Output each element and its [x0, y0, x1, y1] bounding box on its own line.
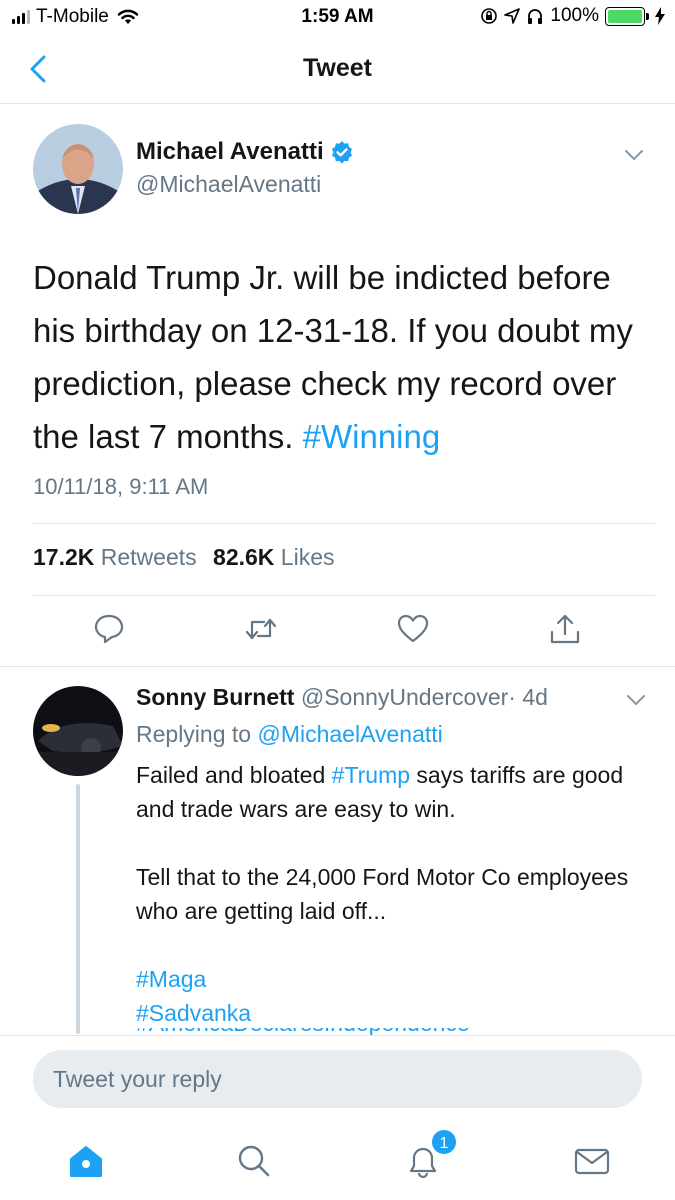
page-title: Tweet: [303, 54, 372, 82]
notification-badge: 1: [430, 1128, 458, 1156]
retweets-label: Retweets: [100, 544, 197, 570]
messages-icon[interactable]: [572, 1141, 612, 1181]
author-name[interactable]: Michael Avenatti: [136, 138, 354, 166]
share-icon[interactable]: [548, 612, 582, 646]
status-bar: T-Mobile 1:59 AM 100%: [0, 0, 675, 36]
chevron-down-icon[interactable]: [624, 688, 648, 712]
reply-paragraph-1: Failed and bloated #Trump says tariffs a…: [136, 758, 646, 826]
charging-icon: [655, 7, 665, 25]
battery-percent: 100%: [550, 5, 599, 26]
tab-bar: [0, 1125, 675, 1200]
reply-text: Failed and bloated #Trump says tariffs a…: [136, 758, 646, 1030]
replying-prefix: Replying to: [136, 721, 258, 747]
section-divider: [0, 666, 675, 667]
likes-count: 82.6K: [213, 544, 275, 570]
divider: [33, 595, 655, 596]
reply-icon[interactable]: [92, 612, 126, 646]
tweet-text: Donald Trump Jr. will be indicted before…: [33, 251, 643, 463]
reply-header: Sonny Burnett @SonnyUndercover· 4d: [136, 684, 548, 711]
reply-composer: [0, 1035, 675, 1125]
nav-header: Tweet: [0, 36, 675, 104]
likes-label: Likes: [280, 544, 335, 570]
hashtag-link[interactable]: #Winning: [303, 418, 441, 455]
tweet-stats: 17.2K Retweets 82.6K Likes: [33, 544, 345, 571]
hashtag-link[interactable]: #Maga: [136, 966, 206, 992]
reply-paragraph-2: Tell that to the 24,000 Ford Motor Co em…: [136, 864, 629, 924]
home-icon[interactable]: [66, 1141, 106, 1181]
hashtag-link[interactable]: #Trump: [332, 762, 410, 788]
author-avatar[interactable]: [33, 124, 123, 214]
author-handle[interactable]: @MichaelAvenatti: [136, 171, 321, 198]
verified-icon: [331, 141, 352, 164]
reply-age: 4d: [522, 684, 548, 710]
divider: [33, 523, 655, 524]
location-icon: [504, 8, 521, 24]
reply-separator: ·: [508, 684, 516, 710]
reply-input[interactable]: [33, 1050, 642, 1108]
reply-avatar[interactable]: [33, 686, 123, 776]
status-right: 100%: [480, 5, 665, 27]
author-name-text: Michael Avenatti: [136, 138, 324, 165]
tweet-timestamp: 10/11/18, 9:11 AM: [33, 474, 209, 499]
replying-mention[interactable]: @MichaelAvenatti: [257, 721, 442, 747]
like-icon[interactable]: [396, 612, 430, 646]
battery-icon: [605, 6, 649, 26]
chevron-down-icon[interactable]: [622, 143, 646, 167]
reply-text-segment: Failed and bloated: [136, 762, 332, 788]
retweets-count: 17.2K: [33, 544, 95, 570]
reply-author-handle[interactable]: @SonnyUndercover: [301, 684, 508, 710]
reply-author-name[interactable]: Sonny Burnett: [136, 684, 294, 710]
retweets-stat[interactable]: 17.2K Retweets: [33, 544, 197, 570]
search-icon[interactable]: [234, 1141, 274, 1181]
rotation-lock-icon: [481, 8, 498, 24]
likes-stat[interactable]: 82.6K Likes: [213, 544, 334, 570]
replying-to: Replying to @MichaelAvenatti: [136, 721, 443, 748]
tweet-actions: [0, 612, 675, 648]
hashtag-link[interactable]: #Sadvanka: [136, 1000, 251, 1026]
headphones-icon: [528, 9, 543, 24]
thread-line: [76, 784, 80, 1034]
retweet-icon[interactable]: [244, 612, 278, 646]
